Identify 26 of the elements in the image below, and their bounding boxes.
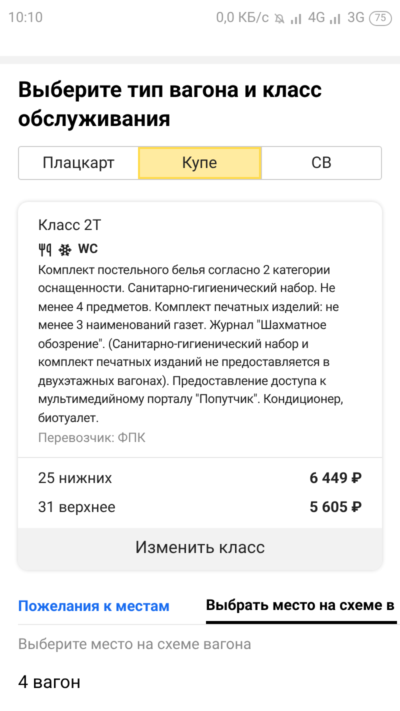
change-class-button[interactable]: Изменить класс (18, 528, 382, 570)
status-time: 10:10 (8, 8, 43, 28)
car-type-tab[interactable]: СВ (261, 147, 381, 179)
seat-hint: Выберите место на схеме вагона (18, 634, 252, 654)
seat-selection-tab[interactable]: Выбрать место на схеме в (206, 590, 397, 624)
car-number: 4 вагон (18, 671, 82, 695)
bell-off-icon (272, 12, 286, 24)
network-type: 3G (347, 8, 365, 28)
class-description: Комплект постельного белья согласно 2 категории оснащенности. Санитарно-гигиенический набор. Не менее 4 предметов. Комплект печатных изделий: не менее 3 наименований газет. Журнал "Шахматное обозрение". (Санитарно-гигиенический набор и комплект печатных изданий не предоставляется в двухэтажных вагонах). Предоставление доступа к мультимедийному порталу "Попутчик". Кондиционер, биотуалет. (38, 262, 344, 428)
seat-count: 25 нижних (38, 468, 112, 489)
snowflake-icon (58, 242, 72, 256)
battery-indicator: 75 (368, 10, 392, 26)
network-type: 4G (308, 8, 326, 28)
car-type-tab[interactable]: Плацкарт (19, 147, 138, 179)
seat-price: 5 605 ₽ (310, 496, 362, 518)
seat-count: 31 верхнее (38, 496, 116, 518)
carrier-text: Перевозчик: ФПК (38, 430, 146, 448)
network-speed: 0,0 КБ/с (216, 8, 269, 28)
utensils-icon (38, 242, 52, 256)
signal-icon (290, 12, 304, 24)
wc-label: WC (78, 240, 98, 259)
class-name: Класс 2Т (38, 215, 102, 236)
car-type-tab[interactable]: Купе (138, 147, 261, 179)
seat-price: 6 449 ₽ (310, 468, 362, 489)
section-title: Выберите тип вагона и класс обслуживания (18, 77, 323, 134)
seat-selection-tab[interactable]: Пожелания к местам (18, 590, 170, 624)
